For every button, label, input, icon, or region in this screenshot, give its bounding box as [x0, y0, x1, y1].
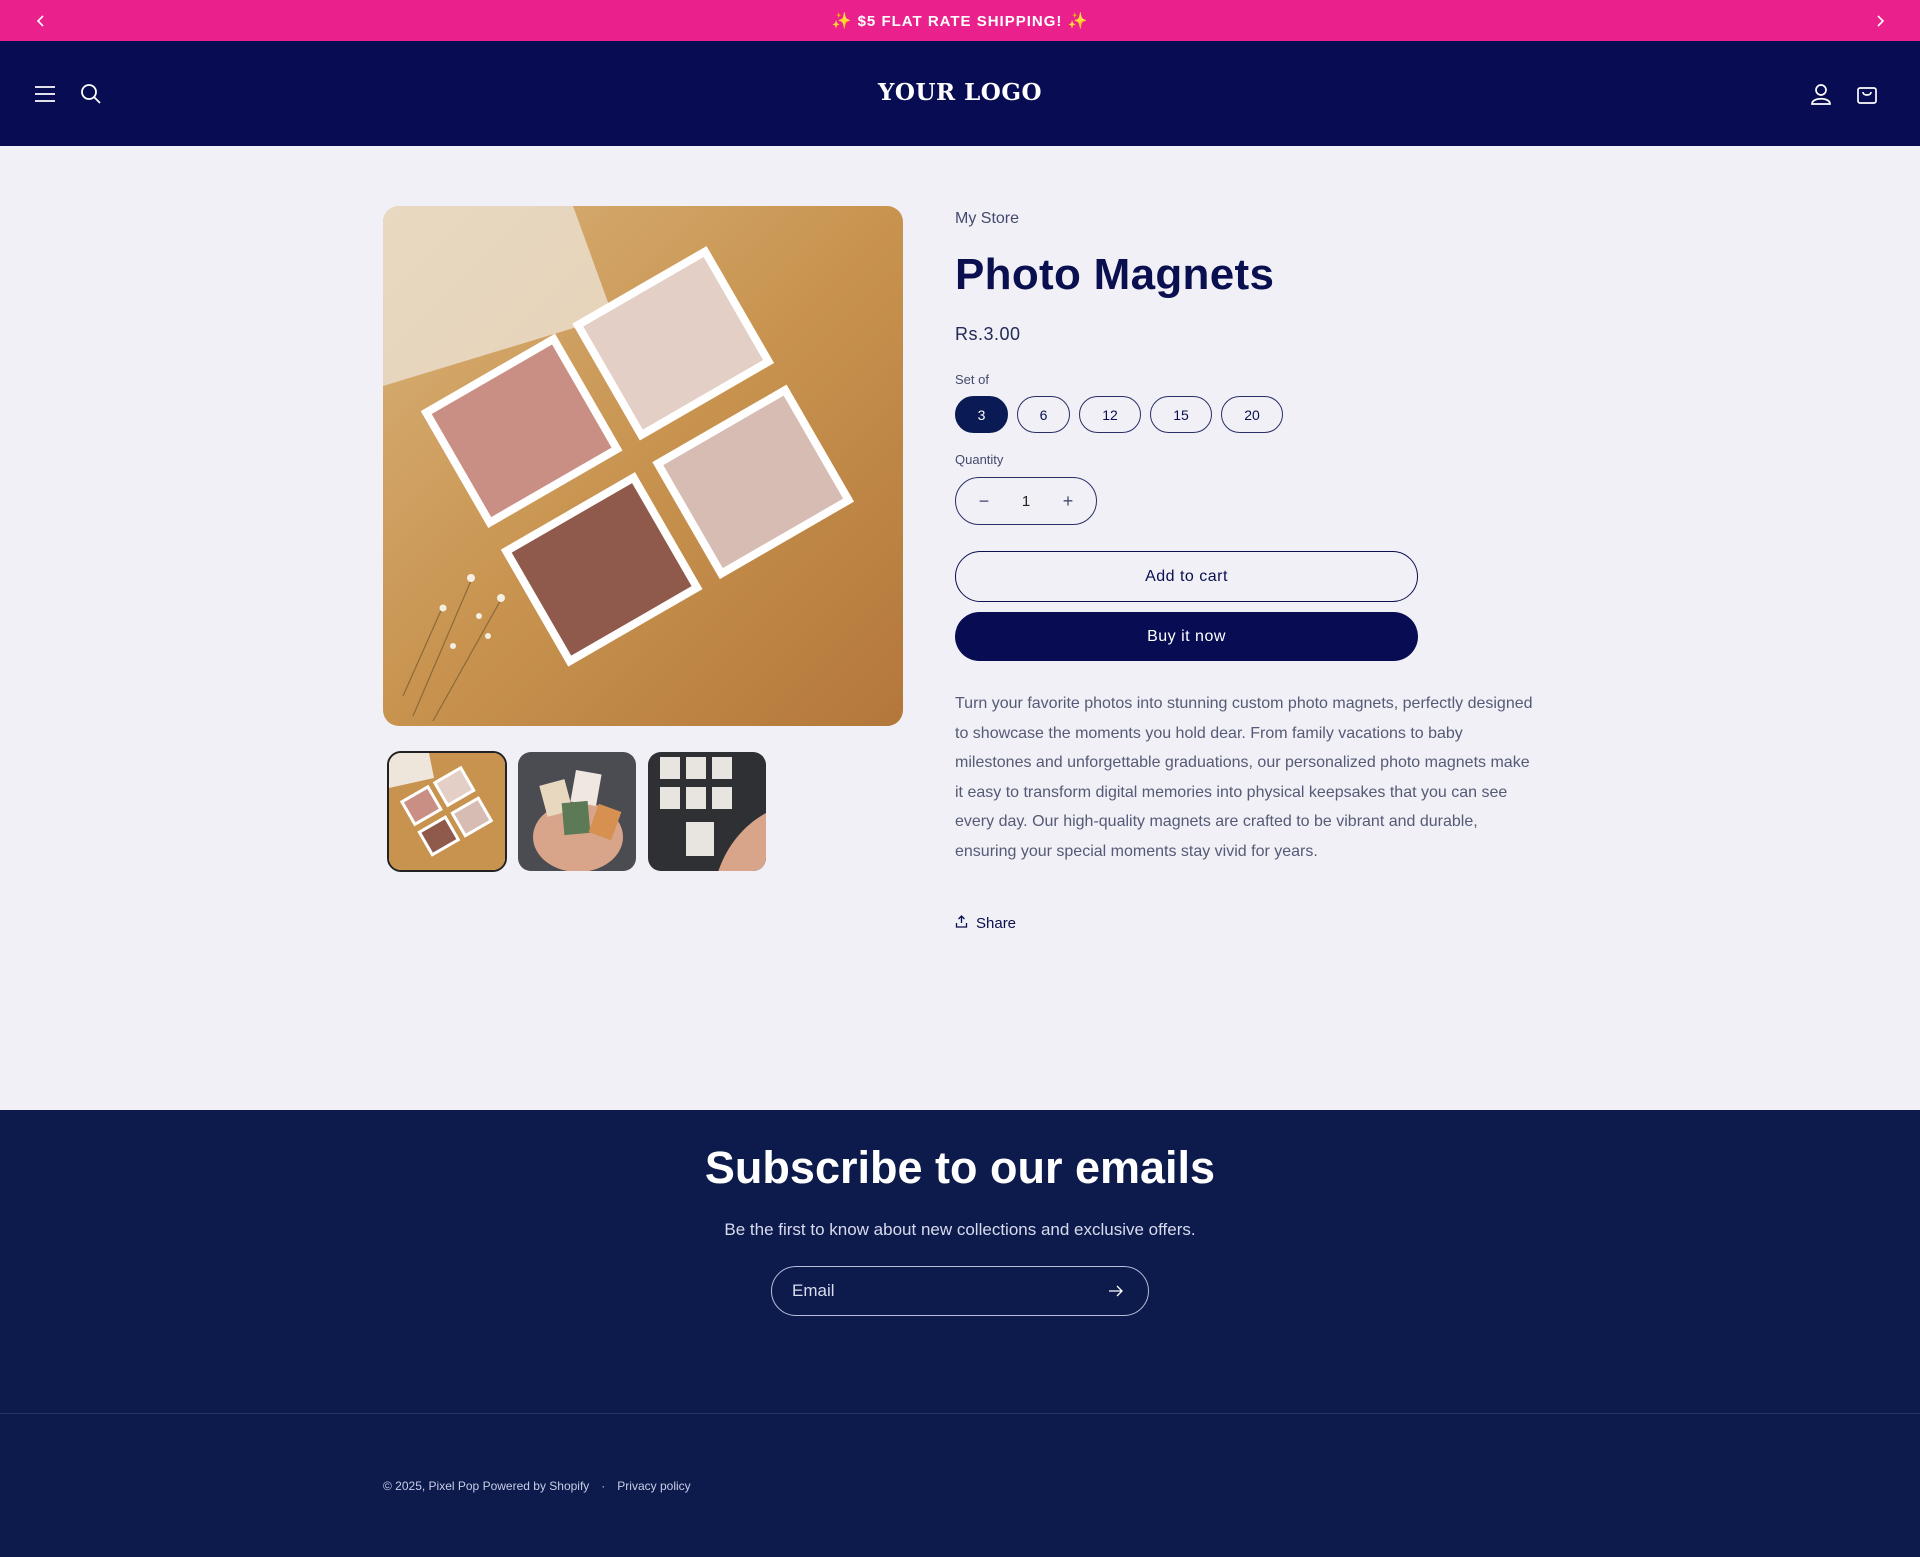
- copyright-link[interactable]: © 2025, Pixel Pop Powered by Shopify: [383, 1479, 589, 1493]
- announcement-text: $5 FLAT RATE SHIPPING!: [857, 12, 1063, 30]
- announcement-message[interactable]: ✨ $5 FLAT RATE SHIPPING! ✨: [832, 11, 1089, 31]
- quantity-label: Quantity: [955, 452, 1004, 467]
- variant-option-15[interactable]: 15: [1150, 396, 1212, 433]
- variant-options: 3 6 12 15 20: [955, 396, 1535, 433]
- sparkle-star-icon: ✨: [1067, 12, 1089, 30]
- share-button[interactable]: Share: [955, 915, 1535, 932]
- sparkle-star-icon: ✨: [831, 12, 853, 30]
- product-thumbnails: [387, 751, 767, 872]
- chevron-right-icon[interactable]: [1859, 0, 1900, 41]
- arrow-right-icon[interactable]: [1104, 1279, 1128, 1303]
- email-input[interactable]: [792, 1281, 1104, 1301]
- quantity-stepper: − 1 +: [955, 477, 1097, 525]
- newsletter-form: [771, 1266, 1149, 1316]
- variant-option-12[interactable]: 12: [1079, 396, 1141, 433]
- product-info: My Store Photo Magnets Rs.3.00 Set of 3 …: [955, 206, 1535, 932]
- newsletter-text: Be the first to know about new collectio…: [724, 1220, 1196, 1239]
- product-description: Turn your favorite photos into stunning …: [955, 695, 1533, 860]
- newsletter-section: Subscribe to our emails Be the first to …: [0, 1110, 1920, 1413]
- variant-option-3[interactable]: 3: [955, 396, 1008, 433]
- share-label: Share: [976, 914, 1017, 932]
- site-logo[interactable]: YOUR LOGO: [0, 79, 1920, 106]
- add-to-cart-button[interactable]: Add to cart: [955, 551, 1418, 602]
- buy-now-button[interactable]: Buy it now: [955, 612, 1418, 661]
- share-icon: [955, 914, 968, 932]
- quantity-input[interactable]: 1: [1006, 493, 1046, 510]
- announcement-bar: ✨ $5 FLAT RATE SHIPPING! ✨: [0, 0, 1920, 41]
- chevron-left-icon[interactable]: [20, 0, 61, 41]
- cart-icon[interactable]: [1852, 79, 1882, 109]
- account-icon[interactable]: [1806, 79, 1836, 109]
- thumbnail-2[interactable]: [517, 751, 637, 872]
- variant-label: Set of: [955, 372, 989, 387]
- footer-copyright-line: © 2025, Pixel Pop Powered by Shopify · P…: [383, 1479, 691, 1493]
- thumbnail-3[interactable]: [647, 751, 767, 872]
- product-price: Rs.3.00: [955, 324, 1021, 344]
- product-vendor: My Store: [955, 210, 1020, 227]
- quantity-decrease-button[interactable]: −: [974, 491, 994, 512]
- site-header: YOUR LOGO: [0, 41, 1920, 146]
- footer-separator: ·: [601, 1479, 606, 1493]
- site-footer: © 2025, Pixel Pop Powered by Shopify · P…: [0, 1413, 1920, 1557]
- quantity-increase-button[interactable]: +: [1058, 491, 1078, 512]
- variant-option-20[interactable]: 20: [1221, 396, 1283, 433]
- product-title: Photo Magnets: [955, 250, 1275, 299]
- product-main-image[interactable]: [383, 206, 903, 726]
- variant-option-6[interactable]: 6: [1017, 396, 1070, 433]
- privacy-policy-link[interactable]: Privacy policy: [617, 1479, 690, 1493]
- thumbnail-1[interactable]: [387, 751, 507, 872]
- newsletter-title: Subscribe to our emails: [704, 1142, 1216, 1193]
